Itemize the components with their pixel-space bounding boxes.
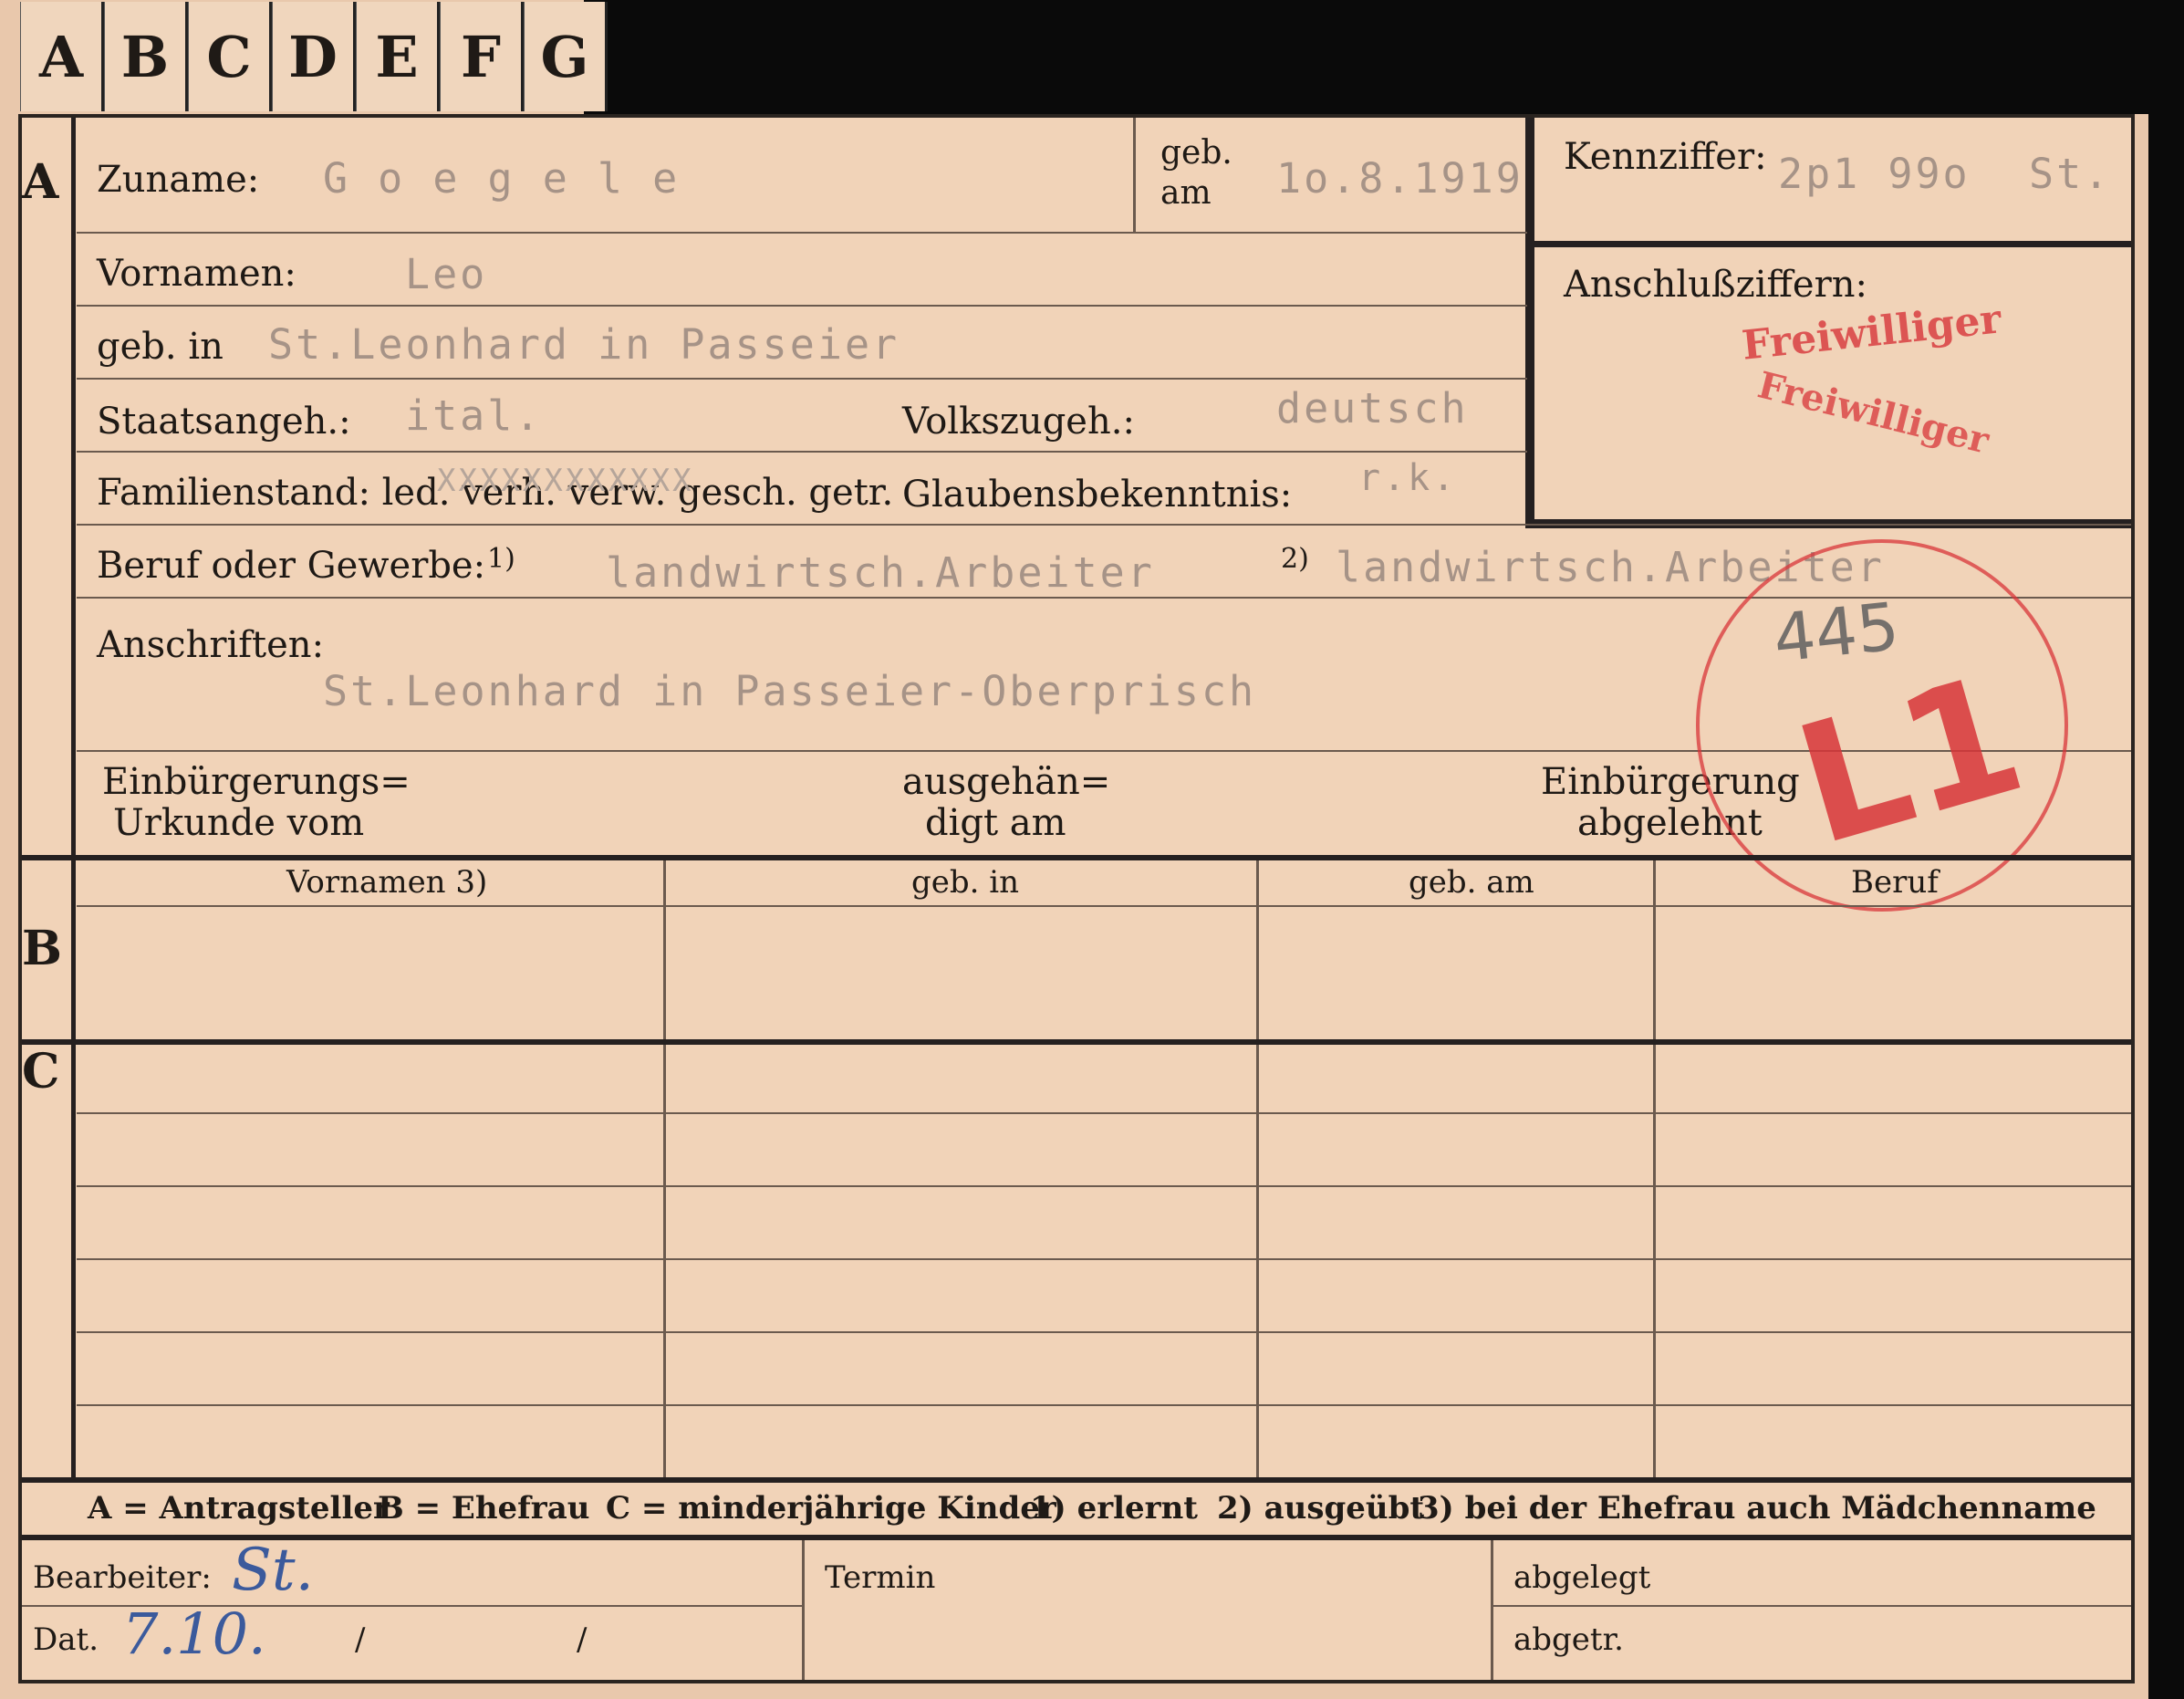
divider (77, 378, 1527, 380)
religion-label: Glaubensbekenntnis: (902, 474, 1293, 516)
date-slash-1: / (355, 1621, 366, 1658)
occupation-label: Beruf oder Gewerbe: (97, 545, 486, 587)
termin-label: Termin (825, 1559, 936, 1596)
bearbeiter-value: St. (232, 1537, 314, 1604)
col-divider (1256, 860, 1259, 1477)
legend-note-1: 1) erlernt (1030, 1490, 1199, 1527)
freiwilliger-stamp-2: Freiwilliger (1753, 363, 1993, 463)
col-divider (663, 860, 666, 1477)
tab-d: D (272, 2, 356, 111)
ethnicity-value: deutsch (1276, 384, 1469, 433)
index-tabs: A B C D E F G (20, 2, 608, 113)
kennziffer-label: Kennziffer: (1564, 136, 1767, 178)
issued-label-1: ausgehän= (902, 761, 1111, 803)
tab-c: C (188, 2, 272, 111)
table-row (77, 1112, 2131, 1114)
divider (1491, 1605, 2131, 1607)
col-header-vornamen: Vornamen 3) (286, 864, 488, 901)
marital-status-strike: XXXXXXXXXXXX (437, 463, 694, 499)
occupation-learned-value: landwirtsch.Arbeiter (606, 548, 1155, 597)
address-value: St.Leonhard in Passeier-Oberprisch (323, 667, 1257, 715)
tab-g: G (524, 2, 608, 111)
divider (77, 232, 1527, 234)
table-row (77, 1404, 2131, 1406)
citizenship-label: Staatsangeh.: (97, 401, 351, 443)
birthplace-label: geb. in (97, 326, 224, 368)
kennziffer-box-border (1525, 118, 1534, 528)
table-row (77, 1258, 2131, 1260)
divider (77, 905, 2131, 907)
stamp-number: 445 (1769, 588, 1903, 677)
col-divider (802, 1540, 805, 1680)
geb-am-label-2: am (1160, 174, 1212, 212)
legend-a: A = Antragsteller (88, 1490, 390, 1527)
footer-top-border (22, 1535, 2131, 1540)
divider (77, 451, 1527, 453)
section-b-top-border (22, 855, 2131, 860)
section-c-top-border (22, 1039, 2131, 1045)
naturalization-label-2: Urkunde vom (113, 802, 365, 844)
citizenship-value: ital. (405, 391, 543, 440)
note-2-marker: 2) (1281, 543, 1309, 575)
tab-b: B (104, 2, 188, 111)
table-row (77, 1331, 2131, 1333)
col-header-geb-in: geb. in (911, 864, 1020, 901)
col-divider (1653, 860, 1656, 1477)
tab-f: F (440, 2, 524, 111)
divider (77, 524, 2131, 526)
date-slash-2: / (577, 1621, 588, 1658)
legend-note-3: 3) bei der Ehefrau auch Mädchenname (1418, 1490, 2096, 1527)
col-divider (1491, 1540, 1493, 1680)
scan-border-top (584, 0, 2184, 114)
divider (1534, 241, 2131, 247)
note-1-marker: 1) (487, 543, 515, 575)
legend-c: C = minderjährige Kinder (606, 1490, 1056, 1527)
abgetr-label: abgetr. (1513, 1621, 1624, 1658)
kennziffer-value: 2p1 99o (1778, 150, 1971, 198)
freiwilliger-stamp-1: Freiwilliger (1740, 296, 2003, 370)
section-b-label: B (22, 921, 62, 976)
zuname-label: Zuname: (97, 159, 260, 201)
tab-a: A (20, 2, 104, 111)
col-header-geb-am: geb. am (1409, 864, 1534, 901)
section-a-label: A (22, 154, 59, 210)
anschluss-label: Anschlußziffern: (1564, 264, 1867, 306)
registration-card: A B C Zuname: G o e g e l e geb. am 1o.8… (18, 114, 2135, 1683)
tab-e: E (356, 2, 440, 111)
divider (77, 305, 1527, 307)
legend-note-2: 2) ausgeübt (1217, 1490, 1425, 1527)
scan-border-right (2148, 0, 2184, 1699)
vornamen-value: Leo (405, 250, 488, 298)
ethnicity-label: Volkszugeh.: (902, 401, 1135, 443)
date-value: 7.10. (122, 1600, 266, 1667)
naturalization-label-1: Einbürgerungs= (102, 761, 411, 803)
address-label: Anschriften: (97, 624, 325, 666)
legend-top-border (22, 1477, 2131, 1483)
vornamen-label: Vornamen: (97, 253, 296, 295)
birthplace-value: St.Leonhard in Passeier (268, 320, 900, 369)
section-divider (71, 118, 76, 1477)
zuname-value: G o e g e l e (323, 154, 681, 203)
table-row (77, 1185, 2131, 1187)
abgelegt-label: abgelegt (1513, 1559, 1651, 1596)
section-c-label: C (22, 1044, 60, 1100)
birthdate-value: 1o.8.1919 (1276, 154, 1524, 203)
col-header-beruf: Beruf (1851, 864, 1939, 901)
geb-am-label-1: geb. (1160, 134, 1232, 172)
religion-value: r.k. (1358, 457, 1458, 499)
kennziffer-suffix: St. (2029, 150, 2112, 198)
legend-b: B = Ehefrau (378, 1490, 590, 1527)
divider (1133, 118, 1136, 232)
bearbeiter-label: Bearbeiter: (33, 1559, 212, 1596)
issued-label-2: digt am (925, 802, 1066, 844)
date-label: Dat. (33, 1621, 99, 1658)
